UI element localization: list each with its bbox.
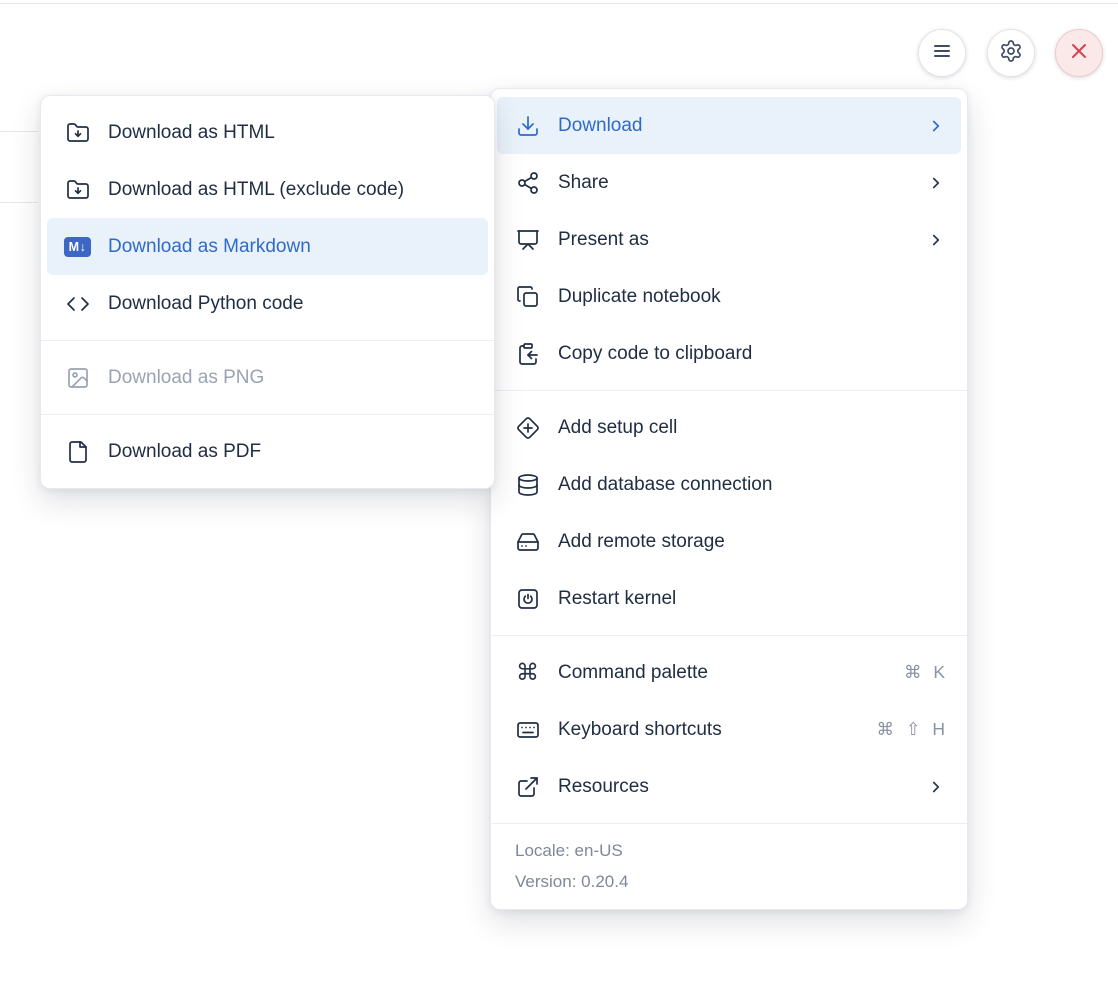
menu-item-restart-kernel[interactable]: Restart kernel <box>497 570 961 627</box>
menu-item-label: Download as PDF <box>108 441 472 463</box>
hard-drive-icon <box>514 530 541 554</box>
menu-item-label: Duplicate notebook <box>558 286 945 308</box>
command-glyph: ⌘ <box>516 661 539 684</box>
keyboard-icon <box>514 718 541 742</box>
folder-down-icon <box>64 121 91 145</box>
menu-item-present-as[interactable]: Present as <box>497 211 961 268</box>
page-top-divider <box>0 3 1118 4</box>
menu-item-label: Add database connection <box>558 474 945 496</box>
notebook-menu-dropdown: Download Share Present as <box>490 88 968 910</box>
menu-item-label: Add remote storage <box>558 531 945 553</box>
menu-item-label: Download Python code <box>108 293 472 315</box>
share-icon <box>514 171 541 195</box>
menu-item-download-png: Download as PNG <box>47 349 488 406</box>
chevron-right-icon <box>927 117 945 135</box>
settings-button[interactable] <box>987 29 1035 77</box>
chevron-right-icon <box>927 778 945 796</box>
menu-item-add-database-connection[interactable]: Add database connection <box>497 456 961 513</box>
menu-item-label: Present as <box>558 229 910 251</box>
menu-item-label: Download as HTML <box>108 122 472 144</box>
shutdown-button[interactable] <box>1055 29 1103 77</box>
version-text: Version: 0.20.4 <box>515 866 943 897</box>
menu-item-label: Download <box>558 115 910 137</box>
menu-item-command-palette[interactable]: ⌘ Command palette ⌘ K <box>497 644 961 701</box>
menu-item-download-pdf[interactable]: Download as PDF <box>47 423 488 480</box>
menu-item-download-markdown[interactable]: M↓ Download as Markdown <box>47 218 488 275</box>
menu-item-label: Keyboard shortcuts <box>558 719 859 741</box>
menu-item-download[interactable]: Download <box>497 97 961 154</box>
download-submenu: Download as HTML Download as HTML (exclu… <box>40 95 495 489</box>
menu-item-download-html[interactable]: Download as HTML <box>47 104 488 161</box>
menu-section-cell-actions: Add setup cell Add database connection A… <box>491 390 967 635</box>
notebook-menu-button[interactable] <box>918 29 966 77</box>
chevron-right-icon <box>927 231 945 249</box>
menu-item-label: Command palette <box>558 662 887 684</box>
menu-item-label: Resources <box>558 776 910 798</box>
page-divider <box>0 131 38 132</box>
external-link-icon <box>514 775 541 799</box>
power-icon <box>514 587 541 611</box>
code-icon <box>64 292 91 316</box>
diamond-plus-icon <box>514 416 541 440</box>
image-icon <box>64 366 91 390</box>
menu-item-label: Copy code to clipboard <box>558 343 945 365</box>
submenu-group-formats: Download as HTML Download as HTML (exclu… <box>41 96 494 340</box>
menu-item-label: Add setup cell <box>558 417 945 439</box>
menu-item-share[interactable]: Share <box>497 154 961 211</box>
menu-item-keyboard-shortcuts[interactable]: Keyboard shortcuts ⌘ ⇧ H <box>497 701 961 758</box>
shortcut-hint: ⌘ K <box>904 662 945 683</box>
menu-section-notebook-actions: Download Share Present as <box>491 89 967 390</box>
menu-footer: Locale: en-US Version: 0.20.4 <box>491 823 967 909</box>
menu-section-help: ⌘ Command palette ⌘ K Keyboard shortcuts… <box>491 635 967 823</box>
menu-item-label: Restart kernel <box>558 588 945 610</box>
markdown-badge: M↓ <box>64 237 91 257</box>
gear-icon <box>999 39 1023 68</box>
download-icon <box>514 114 541 138</box>
menu-item-label: Share <box>558 172 910 194</box>
menu-item-label: Download as HTML (exclude code) <box>108 179 472 201</box>
file-icon <box>64 440 91 464</box>
presentation-icon <box>514 228 541 252</box>
menu-item-duplicate-notebook[interactable]: Duplicate notebook <box>497 268 961 325</box>
clipboard-copy-icon <box>514 342 541 366</box>
page-divider <box>0 202 38 203</box>
menu-item-copy-code[interactable]: Copy code to clipboard <box>497 325 961 382</box>
submenu-group-pdf: Download as PDF <box>41 414 494 488</box>
submenu-group-png: Download as PNG <box>41 340 494 414</box>
menu-item-label: Download as Markdown <box>108 236 472 258</box>
menu-item-resources[interactable]: Resources <box>497 758 961 815</box>
markdown-icon: M↓ <box>64 235 91 259</box>
hamburger-icon <box>930 39 954 68</box>
shortcut-hint: ⌘ ⇧ H <box>876 719 945 740</box>
menu-item-label: Download as PNG <box>108 367 472 389</box>
menu-item-download-python-code[interactable]: Download Python code <box>47 275 488 332</box>
command-icon: ⌘ <box>514 661 541 685</box>
duplicate-icon <box>514 285 541 309</box>
database-icon <box>514 473 541 497</box>
close-icon <box>1067 39 1091 68</box>
chevron-right-icon <box>927 174 945 192</box>
menu-item-download-html-exclude-code[interactable]: Download as HTML (exclude code) <box>47 161 488 218</box>
menu-item-add-remote-storage[interactable]: Add remote storage <box>497 513 961 570</box>
folder-down-icon <box>64 178 91 202</box>
locale-text: Locale: en-US <box>515 835 943 866</box>
menu-item-add-setup-cell[interactable]: Add setup cell <box>497 399 961 456</box>
